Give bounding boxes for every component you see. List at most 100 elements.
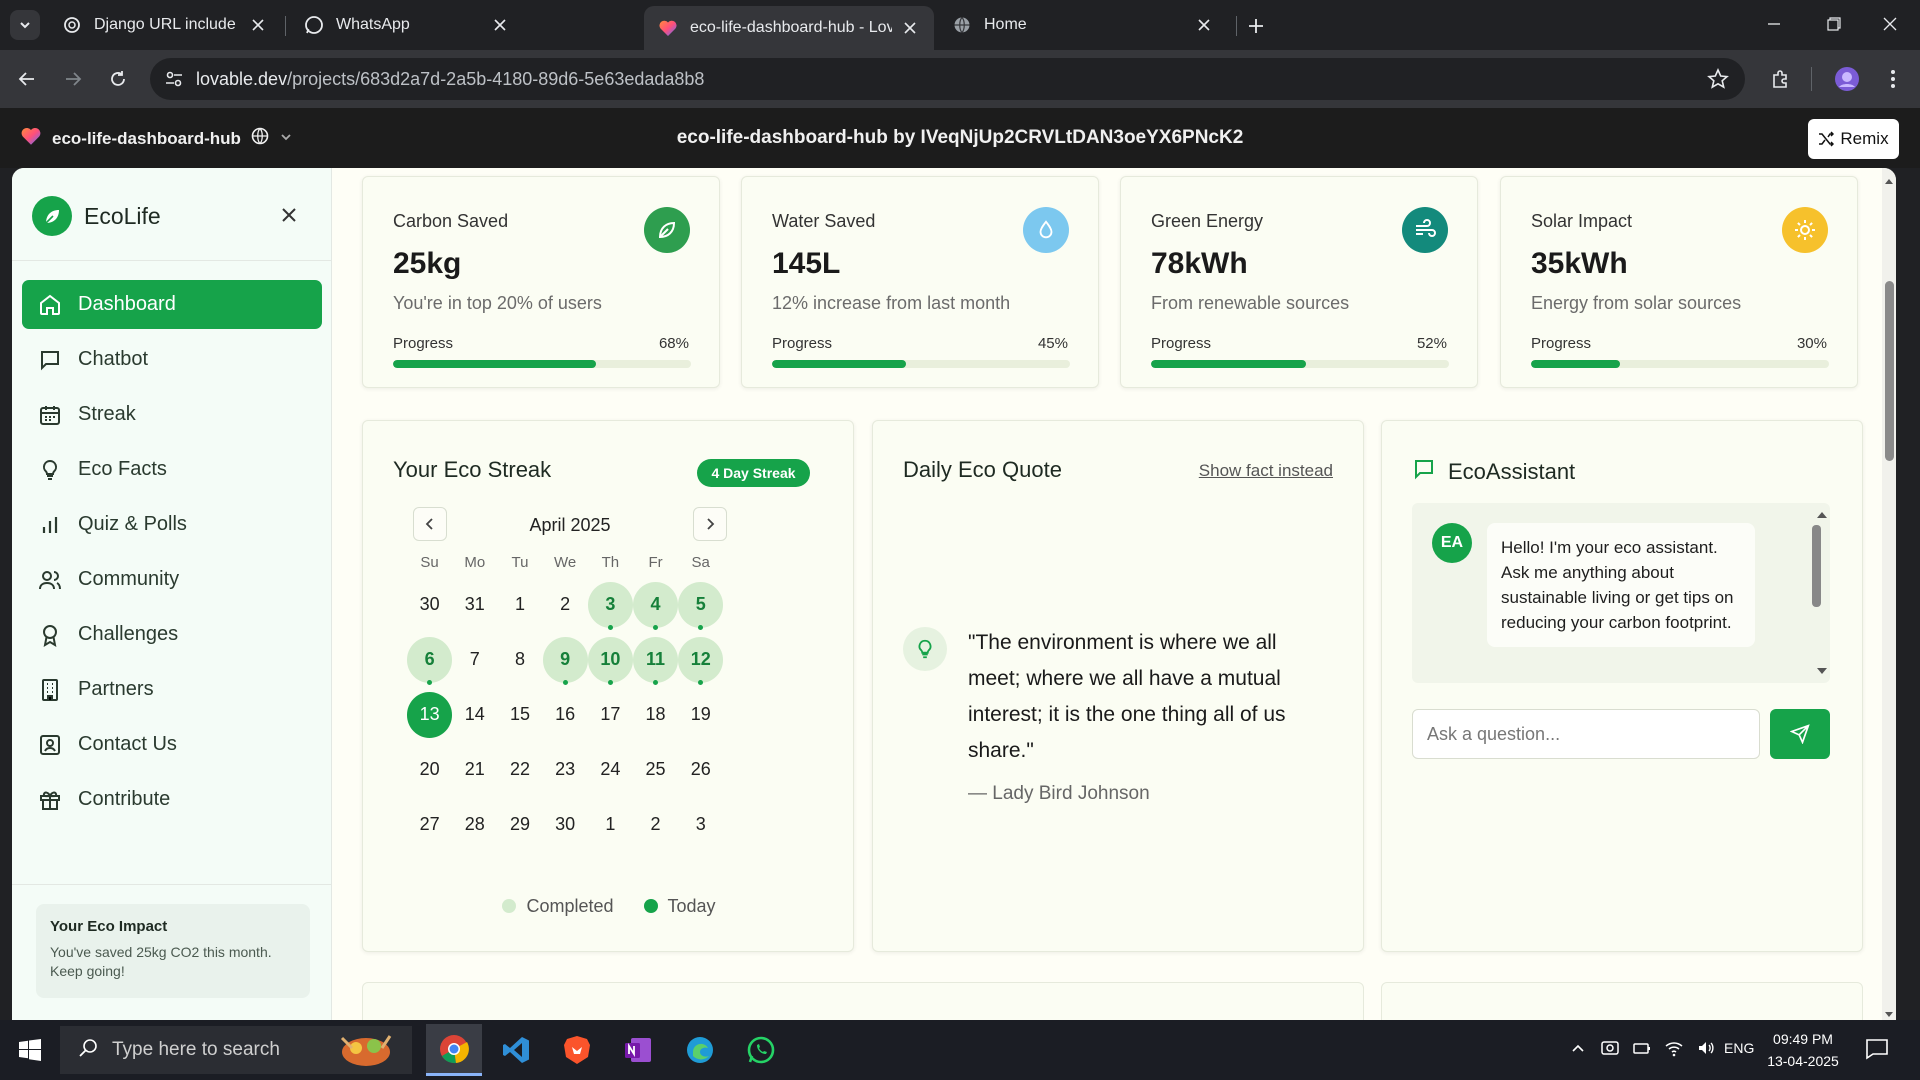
close-icon[interactable] — [1194, 15, 1214, 35]
page-scrollbar[interactable] — [1882, 168, 1896, 1020]
close-window-button[interactable] — [1870, 8, 1910, 40]
wifi-icon[interactable] — [1664, 1038, 1684, 1063]
menu-button[interactable] — [1878, 64, 1908, 94]
notifications-icon[interactable] — [1864, 1036, 1890, 1067]
calendar-day[interactable]: 24 — [588, 742, 633, 797]
tab-separator — [285, 16, 286, 36]
calendar-day[interactable]: 14 — [452, 687, 497, 742]
taskbar-search[interactable]: Type here to search — [60, 1026, 412, 1074]
volume-icon[interactable] — [1696, 1038, 1716, 1063]
remix-button[interactable]: Remix — [1808, 119, 1899, 159]
calendar-day[interactable]: 3 — [678, 797, 723, 852]
bookmark-star-icon[interactable] — [1707, 68, 1729, 95]
sidebar-item-community[interactable]: Community — [22, 555, 322, 604]
taskbar-chrome[interactable] — [426, 1024, 482, 1076]
taskbar-vscode[interactable] — [488, 1024, 544, 1076]
scroll-down-icon[interactable] — [1884, 1006, 1894, 1020]
calendar-day[interactable]: 16 — [543, 687, 588, 742]
taskbar-whatsapp[interactable] — [733, 1024, 789, 1076]
extensions-button[interactable] — [1766, 64, 1796, 94]
calendar-day[interactable]: 25 — [633, 742, 678, 797]
calendar-day-completed[interactable]: 6 — [407, 632, 453, 687]
sidebar-item-contact-us[interactable]: Contact Us — [22, 720, 322, 769]
calendar-day[interactable]: 7 — [452, 632, 497, 687]
reload-button[interactable] — [103, 64, 133, 94]
calendar-day[interactable]: 30 — [543, 797, 588, 852]
sidebar-item-quiz-polls[interactable]: Quiz & Polls — [22, 500, 322, 549]
browser-tab[interactable]: WhatsApp — [290, 6, 524, 44]
calendar-next-button[interactable] — [693, 507, 727, 541]
calendar-day-today[interactable]: 13 — [407, 687, 453, 742]
calendar-day[interactable]: 28 — [452, 797, 497, 852]
browser-tab-active[interactable]: eco-life-dashboard-hub - Lovab — [644, 6, 934, 50]
sidebar-item-eco-facts[interactable]: Eco Facts — [22, 445, 322, 494]
taskbar-onenote[interactable] — [610, 1024, 666, 1076]
send-button[interactable] — [1770, 709, 1830, 759]
forward-button[interactable] — [58, 64, 88, 94]
calendar-day[interactable]: 15 — [497, 687, 542, 742]
calendar-day[interactable]: 2 — [543, 577, 588, 632]
meet-now-icon[interactable] — [1600, 1038, 1620, 1063]
sidebar-item-chatbot[interactable]: Chatbot — [22, 335, 322, 384]
calendar-day[interactable]: 19 — [678, 687, 723, 742]
close-icon[interactable] — [900, 18, 920, 38]
browser-tab[interactable]: Django URL include warning — [48, 6, 282, 44]
taskbar-edge[interactable] — [672, 1024, 728, 1076]
show-fact-link[interactable]: Show fact instead — [1199, 461, 1333, 481]
calendar-day[interactable]: 26 — [678, 742, 723, 797]
site-settings-icon[interactable] — [164, 69, 184, 94]
calendar-day[interactable]: 17 — [588, 687, 633, 742]
calendar-day-completed[interactable]: 5 — [678, 577, 724, 632]
calendar-day-completed[interactable]: 12 — [678, 632, 724, 687]
calendar-day[interactable]: 23 — [543, 742, 588, 797]
calendar-day[interactable]: 21 — [452, 742, 497, 797]
scroll-down-icon[interactable] — [1816, 663, 1828, 681]
close-icon[interactable] — [490, 15, 510, 35]
calendar-day[interactable]: 30 — [407, 577, 452, 632]
browser-tab[interactable]: Home — [938, 6, 1228, 44]
scroll-up-icon[interactable] — [1884, 172, 1894, 190]
clock[interactable]: 09:49 PM 13-04-2025 — [1758, 1028, 1848, 1072]
profile-avatar[interactable] — [1832, 64, 1862, 94]
calendar-day-completed[interactable]: 10 — [587, 632, 633, 687]
sidebar-item-partners[interactable]: Partners — [22, 665, 322, 714]
tab-search-button[interactable] — [10, 10, 40, 40]
calendar-day-completed[interactable]: 3 — [587, 577, 633, 632]
calendar-day[interactable]: 27 — [407, 797, 452, 852]
calendar-day[interactable]: 29 — [497, 797, 542, 852]
impact-title: Your Eco Impact — [50, 918, 168, 935]
chat-scrollbar[interactable] — [1812, 525, 1821, 607]
calendar-day[interactable]: 2 — [633, 797, 678, 852]
start-button[interactable] — [10, 1034, 50, 1066]
calendar-day[interactable]: 18 — [633, 687, 678, 742]
taskbar-brave[interactable] — [549, 1024, 605, 1076]
sidebar-item-dashboard[interactable]: Dashboard — [22, 280, 322, 329]
calendar-day-completed[interactable]: 4 — [632, 577, 679, 632]
ask-question-input[interactable] — [1412, 709, 1760, 759]
minimize-button[interactable] — [1754, 8, 1794, 40]
calendar-day[interactable]: 31 — [452, 577, 497, 632]
calendar-day[interactable]: 1 — [497, 577, 542, 632]
new-tab-button[interactable] — [1242, 12, 1270, 40]
battery-icon[interactable] — [1632, 1038, 1652, 1063]
close-icon[interactable] — [248, 15, 268, 35]
sidebar-close-button[interactable] — [276, 202, 302, 228]
address-bar[interactable]: lovable.dev/projects/683d2a7d-2a5b-4180-… — [150, 58, 1745, 100]
calendar-day-completed[interactable]: 11 — [632, 632, 679, 687]
input-language[interactable]: ENG — [1724, 1040, 1754, 1056]
scrollbar-thumb[interactable] — [1885, 281, 1894, 461]
calendar-day[interactable]: 22 — [497, 742, 542, 797]
calendar-day[interactable]: 20 — [407, 742, 452, 797]
calendar-day[interactable]: 1 — [588, 797, 633, 852]
chevron-up-icon[interactable] — [1570, 1040, 1586, 1061]
chat-messages[interactable]: EA Hello! I'm your eco assistant. Ask me… — [1412, 503, 1830, 683]
back-button[interactable] — [12, 64, 42, 94]
sidebar-item-streak[interactable]: Streak — [22, 390, 322, 439]
sidebar-item-challenges[interactable]: Challenges — [22, 610, 322, 659]
calendar-day-completed[interactable]: 9 — [542, 632, 588, 687]
calendar-prev-button[interactable] — [413, 507, 447, 541]
scroll-up-icon[interactable] — [1816, 507, 1828, 525]
calendar-day[interactable]: 8 — [497, 632, 542, 687]
sidebar-item-contribute[interactable]: Contribute — [22, 775, 322, 824]
restore-button[interactable] — [1814, 8, 1854, 40]
